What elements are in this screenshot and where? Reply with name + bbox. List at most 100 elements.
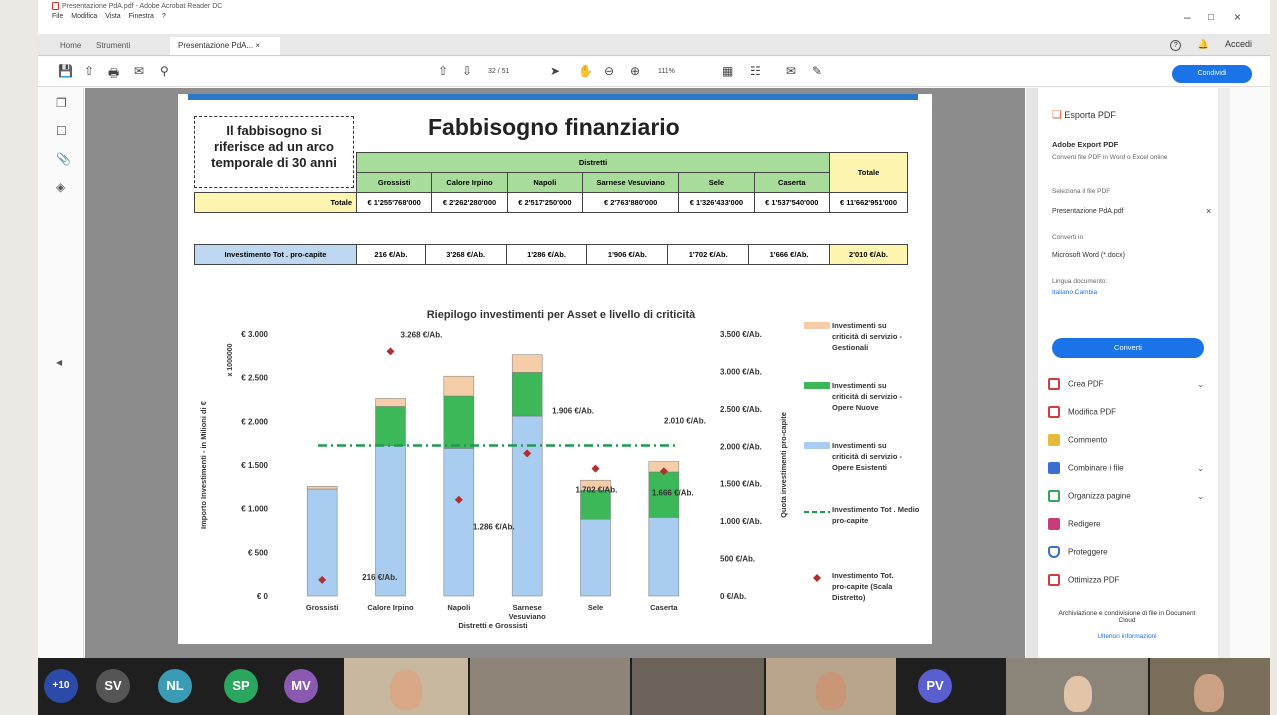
prev-page-icon[interactable]: ⇧ — [438, 64, 448, 78]
fit-page-icon[interactable]: ▦ — [722, 64, 733, 78]
legend-label: Distretto) — [832, 593, 866, 602]
email-icon[interactable]: ✉ — [134, 64, 144, 78]
total-row-label: Totale — [194, 192, 357, 213]
col-header: Calore Irpino — [431, 172, 508, 193]
y-tick-label: € 2.000 — [241, 417, 268, 426]
zoom-level[interactable]: 111% — [658, 68, 675, 75]
chevron-down-icon: ⌄ — [1197, 380, 1204, 389]
tab-tools[interactable]: Strumenti — [88, 37, 138, 55]
maximize-button[interactable]: □ — [1208, 12, 1214, 23]
participant-avatar-sp[interactable]: SP — [224, 669, 258, 703]
signin-link[interactable]: Accedi — [1225, 39, 1252, 49]
menu-help[interactable]: ? — [162, 13, 166, 20]
export-title-row[interactable]: ❏ Esporta PDF — [1052, 108, 1116, 121]
zoom-in-icon[interactable]: ⊕ — [630, 64, 640, 78]
meeting-bar: +10 SV NL SP MV PV — [38, 658, 1270, 715]
tab-document[interactable]: Presentazione PdA... × — [170, 37, 280, 55]
next-page-icon[interactable]: ⇩ — [462, 64, 472, 78]
comment-icon[interactable]: ✉ — [786, 64, 796, 78]
participant-avatar-sv[interactable]: SV — [96, 669, 130, 703]
minimize-button[interactable]: – — [1184, 10, 1191, 24]
tool-proteggere[interactable]: Proteggere — [1048, 546, 1208, 568]
y2-axis-label: Quota investimenti pro-capite — [779, 412, 788, 518]
x-axis-label: Distretti e Grossisti — [458, 621, 527, 630]
more-participants-avatar[interactable]: +10 — [44, 669, 78, 703]
total-cell: € 2'763'880'000 — [582, 192, 680, 213]
bar-segment-0 — [443, 448, 475, 597]
tool-crea-pdf[interactable]: Crea PDF ⌄ — [1048, 378, 1208, 400]
y2-tick-label: 2.000 €/Ab. — [720, 442, 762, 451]
participant-avatar-nl[interactable]: NL — [158, 669, 192, 703]
page-indicator[interactable]: 32 / 51 — [488, 68, 509, 75]
participant-video-4[interactable] — [766, 658, 896, 715]
help-icon[interactable]: ? — [1170, 40, 1182, 51]
tools-panel: ❏ Esporta PDF Adobe Export PDF Converti … — [1038, 88, 1218, 658]
menu-vista[interactable]: Vista — [105, 13, 120, 20]
select-tool-icon[interactable]: ➤ — [550, 64, 560, 78]
pages-icon[interactable]: ❐ — [56, 96, 67, 110]
selected-file[interactable]: Presentazione PdA.pdf — [1052, 208, 1124, 215]
tool-organizza[interactable]: Organizza pagine ⌄ — [1048, 490, 1208, 512]
participant-avatar-pv[interactable]: PV — [918, 669, 952, 703]
bar-segment-0 — [648, 517, 680, 597]
convert-to-select[interactable]: Microsoft Word (*.docx) — [1052, 252, 1125, 259]
search-icon[interactable]: ⚲ — [160, 64, 169, 78]
menu-finestra[interactable]: Finestra — [129, 13, 154, 20]
tool-combinare[interactable]: Combinare i file ⌄ — [1048, 462, 1208, 484]
more-info-link[interactable]: Ulteriori informazioni — [1052, 633, 1202, 640]
participant-avatar-mv[interactable]: MV — [284, 669, 318, 703]
attachment-icon[interactable]: 📎 — [56, 152, 71, 166]
participant-face — [1194, 674, 1224, 712]
percapita-data-label: 216 €/Ab. — [362, 573, 397, 582]
combine-files-icon — [1048, 462, 1060, 474]
document-scrollbar[interactable] — [1026, 88, 1038, 658]
upload-icon[interactable]: ⇧ — [84, 64, 94, 78]
chevron-down-icon: ⌄ — [1197, 492, 1204, 501]
participant-video-1[interactable] — [344, 658, 468, 715]
bell-icon[interactable]: 🔔 — [1198, 39, 1209, 49]
close-button[interactable]: × — [1234, 10, 1241, 24]
y2-tick-label: 0 €/Ab. — [720, 592, 746, 601]
panel-scrollbar[interactable] — [1218, 88, 1230, 658]
read-aloud-icon[interactable]: ☷ — [750, 64, 761, 78]
menu-file[interactable]: File — [52, 13, 63, 20]
y2-tick-label: 500 €/Ab. — [720, 555, 755, 564]
print-icon[interactable]: 🖶 — [108, 64, 119, 85]
x-tick-label: Caserta — [650, 603, 678, 612]
tool-redigere[interactable]: Redigere — [1048, 518, 1208, 540]
share-button[interactable]: Condividi — [1172, 65, 1252, 83]
bookmark-icon[interactable]: ☐ — [56, 124, 67, 138]
save-icon[interactable]: 💾 — [58, 64, 73, 78]
participant-video-6[interactable] — [1150, 658, 1270, 715]
export-title: Esporta PDF — [1064, 110, 1116, 120]
zoom-out-icon[interactable]: ⊖ — [604, 64, 614, 78]
participant-video-3[interactable] — [632, 658, 764, 715]
investment-chart: Riepilogo investimenti per Asset e livel… — [199, 309, 920, 630]
legend-label: Investimento Tot . Medio — [832, 505, 920, 514]
remove-file-icon[interactable]: × — [1206, 206, 1211, 216]
funding-table: Distretti Totale Grossisti Calore Irpino… — [194, 152, 908, 213]
convert-button[interactable]: Converti — [1052, 338, 1204, 358]
percapita-table: Investimento Tot . pro-capite 216 €/Ab. … — [194, 244, 908, 265]
tool-commento[interactable]: Commento — [1048, 434, 1208, 456]
bar-segment-0 — [580, 518, 611, 597]
legend-label: criticità di servizio - — [832, 392, 903, 401]
tool-ottimizza[interactable]: Ottimizza PDF — [1048, 574, 1208, 596]
total-cell: € 1'326'433'000 — [678, 192, 755, 213]
percapita-cell: 1'286 €/Ab. — [505, 244, 588, 265]
x-tick-label: Sele — [588, 603, 603, 612]
layers-icon[interactable]: ◈ — [56, 180, 65, 194]
participant-video-5[interactable] — [1006, 658, 1148, 715]
y-tick-label: € 0 — [257, 592, 269, 601]
participant-video-2[interactable] — [470, 658, 630, 715]
x-tick-label: Calore Irpino — [367, 603, 414, 612]
language-value[interactable]: Italiano Cambia — [1052, 289, 1097, 296]
collapse-left-icon[interactable]: ◀ — [56, 358, 62, 367]
tool-modifica-pdf[interactable]: Modifica PDF — [1048, 406, 1208, 428]
percapita-point — [591, 464, 600, 473]
menu-modifica[interactable]: Modifica — [71, 13, 97, 20]
pen-icon[interactable]: ✎ — [812, 64, 822, 78]
hand-tool-icon[interactable]: ✋ — [578, 64, 593, 78]
legend-swatch — [804, 322, 830, 329]
tab-home[interactable]: Home — [52, 37, 89, 55]
